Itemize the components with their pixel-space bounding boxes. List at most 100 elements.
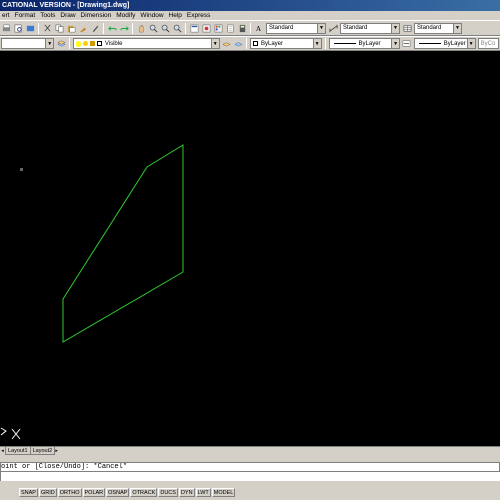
lineweight-select[interactable]: ByLayer ▼	[413, 38, 476, 49]
plotstyle-value: ByCo	[480, 40, 496, 47]
menu-format[interactable]: Format	[13, 11, 39, 20]
zoom-realtime-icon[interactable]	[148, 23, 158, 33]
color-value: ByLayer	[261, 40, 284, 47]
polar-toggle[interactable]: POLAR	[82, 488, 106, 497]
chevron-down-icon[interactable]: ▼	[466, 39, 475, 48]
table-style-value: Standard	[417, 25, 442, 31]
snap-toggle[interactable]: SNAP	[19, 488, 38, 497]
tab-layout1[interactable]: Layout1	[5, 447, 31, 455]
chevron-down-icon[interactable]: ▼	[210, 39, 219, 48]
standard-toolbar: A Standard ▼ Standard ▼ Standard ▼	[0, 20, 500, 36]
menu-help[interactable]: Help	[167, 11, 185, 20]
polyline-shape[interactable]	[62, 144, 184, 343]
otrack-toggle[interactable]: OTRACK	[130, 488, 158, 497]
menu-tools[interactable]: Tools	[38, 11, 58, 20]
tool-palettes-icon[interactable]	[213, 23, 223, 33]
workspace-select[interactable]: ▼	[1, 38, 55, 49]
model-toggle[interactable]: MODEL	[211, 488, 236, 497]
dim-style-icon[interactable]	[328, 23, 338, 33]
layer-select[interactable]: Visible ▼	[72, 38, 220, 49]
redo-icon[interactable]	[119, 23, 129, 33]
linetype-select[interactable]: ByLayer ▼	[328, 38, 401, 49]
window-title: CATIONAL VERSION - [Drawing1.dwg]	[0, 0, 500, 11]
chevron-down-icon[interactable]: ▼	[453, 23, 461, 33]
dim-style-value: Standard	[343, 25, 368, 31]
lineweight-preview	[418, 43, 441, 44]
calculator-icon[interactable]	[237, 23, 247, 33]
properties-icon[interactable]	[189, 23, 199, 33]
layer-state-value: Visible	[104, 40, 123, 47]
dim-style-select[interactable]: Standard ▼	[340, 22, 400, 34]
layer-previous-icon[interactable]	[233, 39, 243, 49]
status-bar: SNAP GRID ORTHO POLAR OSNAP OTRACK DUCS …	[0, 487, 500, 498]
grip-point[interactable]	[20, 168, 23, 171]
publish-icon[interactable]	[25, 23, 35, 33]
zoom-previous-icon[interactable]	[172, 23, 182, 33]
linetype-control-icon[interactable]	[402, 39, 412, 49]
ducs-toggle[interactable]: DUCS	[158, 488, 178, 497]
make-current-layer-icon[interactable]	[222, 39, 232, 49]
menu-insert[interactable]: ert	[0, 11, 13, 20]
ortho-toggle[interactable]: ORTHO	[57, 488, 82, 497]
osnap-toggle[interactable]: OSNAP	[106, 488, 130, 497]
lwt-toggle[interactable]: LWT	[195, 488, 211, 497]
chevron-down-icon[interactable]: ▼	[45, 39, 54, 48]
menu-dimension[interactable]: Dimension	[79, 11, 115, 20]
plot-preview-icon[interactable]	[13, 23, 23, 33]
layer-freeze-icon	[82, 41, 88, 46]
linetype-preview	[333, 43, 356, 44]
toolbar-separator	[250, 22, 251, 34]
drawing-area[interactable]	[0, 51, 500, 446]
menu-express[interactable]: Express	[185, 11, 213, 20]
match-properties-icon[interactable]	[78, 23, 88, 33]
layout-tabs: ◂ Layout1 Layout2 ▸	[0, 446, 500, 456]
plotstyle-select[interactable]: ByCo	[477, 38, 500, 49]
toolbar-separator	[132, 22, 133, 34]
command-line[interactable]: oint or [Close/Undo]: *Cancel*	[0, 462, 500, 472]
menu-modify[interactable]: Modify	[114, 11, 138, 20]
toolbar-separator	[324, 38, 326, 49]
copy-icon[interactable]	[54, 23, 64, 33]
table-style-select[interactable]: Standard ▼	[414, 22, 462, 34]
toolbar-separator	[185, 22, 186, 34]
chevron-down-icon[interactable]: ▼	[391, 23, 399, 33]
layer-manager-icon[interactable]	[56, 39, 66, 49]
toolbar-separator	[38, 22, 39, 34]
command-input[interactable]	[0, 472, 500, 481]
undo-icon[interactable]	[107, 23, 117, 33]
zoom-window-icon[interactable]	[160, 23, 170, 33]
toolbar-separator	[68, 38, 70, 49]
print-icon[interactable]	[1, 23, 11, 33]
ucs-icon	[0, 427, 21, 440]
text-style-icon[interactable]: A	[254, 23, 264, 33]
cut-icon[interactable]	[42, 23, 52, 33]
chevron-down-icon[interactable]: ▼	[317, 23, 325, 33]
table-style-icon[interactable]	[402, 23, 412, 33]
layer-lock-icon	[89, 41, 95, 46]
menu-bar: ert Format Tools Draw Dimension Modify W…	[0, 11, 500, 20]
menu-window[interactable]: Window	[138, 11, 166, 20]
chevron-down-icon[interactable]: ▼	[391, 39, 400, 48]
svg-text:A: A	[255, 25, 261, 33]
grid-toggle[interactable]: GRID	[38, 488, 57, 497]
color-select[interactable]: ByLayer ▼	[250, 38, 322, 49]
layer-color-swatch	[96, 41, 102, 46]
pan-icon[interactable]	[136, 23, 146, 33]
tab-layout2[interactable]: Layout2	[29, 447, 56, 455]
brush-icon[interactable]	[90, 23, 100, 33]
dyn-toggle[interactable]: DYN	[178, 488, 195, 497]
text-style-select[interactable]: Standard ▼	[266, 22, 326, 34]
text-style-value: Standard	[269, 25, 294, 31]
layers-properties-toolbar: ▼ Visible ▼ ByLayer ▼ ByLayer ▼ ByLayer …	[0, 36, 500, 51]
design-center-icon[interactable]	[201, 23, 211, 33]
tab-nav-right-icon[interactable]: ▸	[54, 447, 59, 455]
linetype-value: ByLayer	[358, 40, 381, 47]
chevron-down-icon[interactable]: ▼	[312, 39, 321, 48]
toolbar-separator	[103, 22, 104, 34]
paste-icon[interactable]	[66, 23, 76, 33]
menu-draw[interactable]: Draw	[58, 11, 78, 20]
color-swatch	[253, 41, 258, 46]
sheet-set-icon[interactable]	[225, 23, 235, 33]
drawing-svg	[0, 144, 184, 440]
layer-on-icon	[75, 40, 81, 47]
